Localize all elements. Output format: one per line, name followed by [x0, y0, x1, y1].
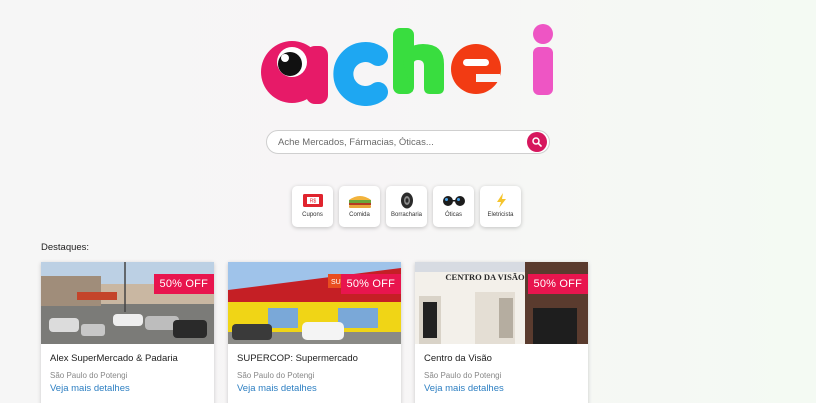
store-sign: CENTRO DA VISÃO [445, 272, 525, 282]
featured-card[interactable]: CENTRO DA VISÃO 50% OFF Centro da Visão … [415, 262, 588, 403]
store-photo: 50% OFF [41, 262, 214, 344]
featured-card[interactable]: 50% OFF Alex SuperMercado & Padaria São … [41, 262, 214, 403]
svg-text:R$: R$ [309, 199, 316, 205]
store-photo: SUPER 50% OFF [228, 262, 401, 344]
store-photo: CENTRO DA VISÃO 50% OFF [415, 262, 588, 344]
store-city: São Paulo do Potengi [50, 371, 128, 380]
lightning-icon [496, 193, 506, 208]
category-eletricista[interactable]: Eletricista [480, 186, 521, 227]
search-button[interactable] [527, 132, 547, 152]
store-name: Centro da Visão [424, 353, 492, 364]
category-comida[interactable]: Comida [339, 186, 380, 227]
category-label: Borracharia [390, 212, 422, 218]
details-link[interactable]: Veja mais detalhes [237, 383, 317, 394]
search-icon [532, 137, 542, 147]
category-list: R$ Cupons Comida Borracharia Óticas Elet… [292, 186, 521, 227]
details-link[interactable]: Veja mais detalhes [50, 383, 130, 394]
discount-badge: 50% OFF [527, 274, 588, 294]
category-label: Cupons [302, 212, 323, 218]
search-input[interactable] [267, 132, 517, 152]
featured-card[interactable]: SUPER 50% OFF SUPERCOP: Supermercado São… [228, 262, 401, 403]
logo-letter-a [261, 41, 328, 104]
store-city: São Paulo do Potengi [424, 371, 502, 380]
category-borracharia[interactable]: Borracharia [386, 186, 427, 227]
search-bar [266, 130, 550, 154]
discount-badge: 50% OFF [153, 274, 214, 294]
store-name: SUPERCOP: Supermercado [237, 353, 358, 364]
category-oticas[interactable]: Óticas [433, 186, 474, 227]
category-label: Comida [349, 212, 370, 218]
sandwich-icon [348, 196, 371, 208]
store-name: Alex SuperMercado & Padaria [50, 353, 178, 364]
category-label: Eletricista [487, 212, 514, 218]
tire-icon [400, 192, 413, 209]
coupon-icon: R$ [302, 194, 323, 207]
category-label: Óticas [444, 212, 462, 218]
details-link[interactable]: Veja mais detalhes [424, 383, 504, 394]
discount-badge: 50% OFF [340, 274, 401, 294]
achei-logo-graphic [261, 24, 553, 106]
store-city: São Paulo do Potengi [237, 371, 315, 380]
glasses-icon [442, 196, 465, 206]
category-cupons[interactable]: R$ Cupons [292, 186, 333, 227]
achei-logo[interactable] [258, 22, 558, 106]
featured-title: Destaques: [41, 242, 90, 253]
